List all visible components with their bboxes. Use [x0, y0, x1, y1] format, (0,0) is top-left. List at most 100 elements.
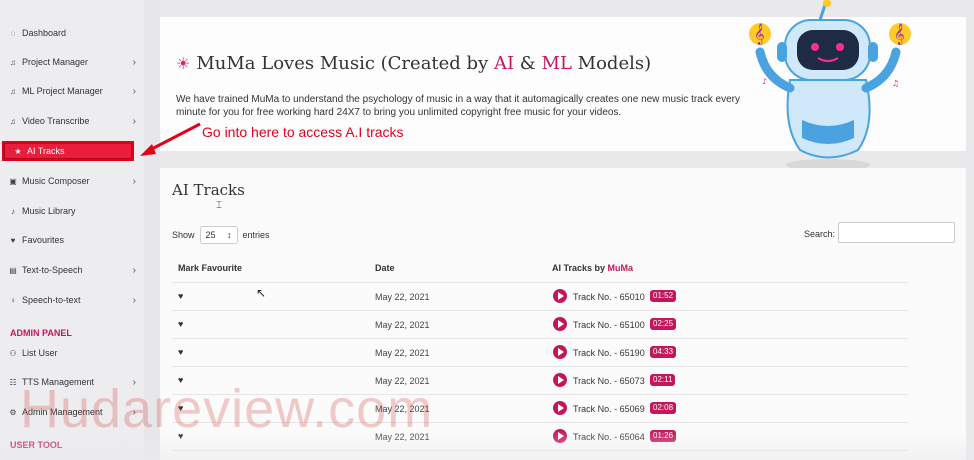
- title-amp: &: [514, 53, 542, 74]
- user-tool-title: USER TOOL: [10, 440, 63, 450]
- tracks-title: AI Tracks: [172, 181, 245, 199]
- svg-text:♫: ♫: [892, 79, 899, 88]
- duration-badge: 02:25: [650, 318, 677, 330]
- title-ml: ML: [541, 53, 572, 74]
- duration-badge: 02:08: [650, 402, 677, 414]
- sidebar-item-ai-tracks[interactable]: ★ AI Tracks: [2, 141, 134, 161]
- table-row: ♥ May 22, 2021 Track No. - 65100 02:25: [172, 310, 908, 338]
- sidebar-item-admin-management[interactable]: ⚙ Admin Management ›: [0, 401, 144, 423]
- select-arrows-icon: ↕: [227, 230, 232, 240]
- column-header-date[interactable]: Date: [375, 263, 395, 273]
- sidebar-item-dashboard[interactable]: ◌ Dashboard: [0, 22, 144, 44]
- play-icon[interactable]: [553, 289, 567, 303]
- entries-select[interactable]: 25 ↕: [199, 226, 238, 244]
- table-row: ♥ May 22, 2021 Track No. - 65069 02:08: [172, 394, 908, 422]
- chevron-right-icon: ›: [132, 294, 136, 306]
- play-icon[interactable]: [553, 373, 567, 387]
- heart-icon[interactable]: ♥: [178, 319, 183, 329]
- sidebar-item-list-user[interactable]: ⚇ List User: [0, 342, 144, 364]
- track-date: May 22, 2021: [375, 432, 430, 442]
- microphone-icon: ♀: [10, 295, 16, 305]
- table-row: ♥May 22, 2021: [172, 450, 908, 460]
- sidebar-item-label: AI Tracks: [27, 146, 65, 156]
- track-date: May 22, 2021: [375, 404, 430, 414]
- lightbulb-icon: ☀: [176, 54, 191, 73]
- duration-badge: 02:11: [650, 374, 676, 386]
- entries-value: 25: [205, 230, 216, 240]
- track-date: May 22, 2021: [375, 348, 430, 358]
- duration-badge: 04:33: [650, 346, 677, 358]
- sidebar-item-speech-to-text[interactable]: ♀ Speech-to-text ›: [0, 289, 144, 311]
- chevron-right-icon: ›: [132, 85, 136, 97]
- show-label: Show: [172, 230, 195, 240]
- sidebar-item-label: Music Composer: [22, 176, 90, 186]
- sidebar-item-text-to-speech[interactable]: ▤ Text-to-Speech ›: [0, 259, 144, 281]
- heart-icon[interactable]: ♥: [178, 347, 183, 357]
- play-icon[interactable]: [553, 317, 567, 331]
- sidebar-item-label: Video Transcribe: [22, 116, 90, 126]
- track-date: May 22, 2021: [375, 376, 430, 386]
- duration-badge: 01:52: [650, 290, 677, 302]
- gutter: [144, 0, 160, 460]
- composer-icon: ▣: [9, 176, 17, 186]
- sidebar-item-label: Project Manager: [22, 57, 89, 67]
- track-name: Track No. - 65100: [573, 320, 645, 330]
- sidebar-item-video-transcribe[interactable]: ♫ Video Transcribe ›: [0, 110, 144, 132]
- column-header-mark-favourite[interactable]: Mark Favourite: [178, 263, 242, 273]
- music-note-icon: ♫: [10, 86, 16, 96]
- sidebar-item-tts-management[interactable]: ☷ TTS Management ›: [0, 371, 144, 393]
- sidebar-item-label: TTS Management: [22, 377, 95, 387]
- chevron-right-icon: ›: [132, 406, 136, 418]
- music-note-icon: ♫: [10, 116, 16, 126]
- play-icon[interactable]: [553, 429, 567, 443]
- sidebar: ◌ Dashboard ♫ Project Manager › ♫ ML Project M…: [0, 0, 144, 460]
- sidebar-item-label: Admin Management: [22, 407, 103, 417]
- svg-text:𝄞: 𝄞: [894, 24, 905, 45]
- heart-icon[interactable]: ♥: [178, 375, 183, 385]
- sidebar-item-music-library[interactable]: ♪ Music Library: [0, 200, 144, 222]
- chevron-right-icon: ›: [132, 56, 136, 68]
- svg-text:♪: ♪: [762, 77, 767, 86]
- sidebar-item-favourites[interactable]: ♥ Favourites: [0, 229, 144, 251]
- sidebar-item-label: Favourites: [22, 235, 65, 245]
- sidebar-item-label: List User: [22, 348, 58, 358]
- entries-control: Show 25 ↕ entries: [172, 226, 270, 244]
- mouse-pointer-icon: ↖: [256, 286, 267, 300]
- column-header-muma: MuMa: [607, 263, 634, 273]
- chevron-right-icon: ›: [132, 175, 136, 187]
- music-note-icon: ♫: [10, 57, 16, 67]
- track-name: Track No. - 65010: [573, 292, 645, 302]
- track-name: Track No. - 65073: [573, 376, 645, 386]
- sidebar-item-label: Speech-to-text: [22, 295, 81, 305]
- track-name: Track No. - 65069: [573, 404, 645, 414]
- sidebar-item-label: Music Library: [22, 206, 76, 216]
- sidebar-item-project-manager[interactable]: ♫ Project Manager ›: [0, 51, 144, 73]
- svg-text:𝄞: 𝄞: [754, 24, 765, 45]
- table-row: ♥ May 22, 2021 Track No. - 65190 04:33: [172, 338, 908, 366]
- sidebar-item-ml-project-manager[interactable]: ♫ ML Project Manager ›: [0, 80, 144, 102]
- chevron-right-icon: ›: [132, 376, 136, 388]
- track-date: May 22, 2021: [375, 320, 430, 330]
- play-icon[interactable]: [553, 401, 567, 415]
- intro-description: We have trained MuMa to understand the p…: [176, 94, 740, 118]
- heart-icon[interactable]: ♥: [178, 431, 183, 441]
- users-icon: ⚇: [9, 348, 17, 358]
- heart-icon[interactable]: ♥: [178, 291, 183, 301]
- sidebar-item-music-composer[interactable]: ▣ Music Composer ›: [0, 170, 144, 192]
- play-icon[interactable]: [553, 345, 567, 359]
- annotation-text: Go into here to access A.I tracks: [202, 124, 404, 140]
- admin-panel-title: ADMIN PANEL: [10, 328, 72, 338]
- search-input[interactable]: [838, 222, 955, 243]
- dashboard-icon: ◌: [10, 28, 16, 38]
- search-label: Search:: [804, 229, 836, 239]
- admin-icon: ⚙: [9, 407, 17, 417]
- table-row: ♥ May 22, 2021 Track No. - 65010 01:52: [172, 282, 908, 310]
- ai-tracks-icon: ★: [14, 146, 22, 156]
- robot-mascot-illustration: 𝄞 𝄞 ♪ ♫: [749, 0, 911, 171]
- heart-icon[interactable]: ♥: [178, 403, 183, 413]
- sidebar-item-label: ML Project Manager: [22, 86, 103, 96]
- entries-label: entries: [242, 230, 270, 240]
- track-name: Track No. - 65190: [573, 348, 645, 358]
- chevron-right-icon: ›: [132, 264, 136, 276]
- column-header-ai-tracks[interactable]: AI Tracks by MuMa: [552, 263, 633, 273]
